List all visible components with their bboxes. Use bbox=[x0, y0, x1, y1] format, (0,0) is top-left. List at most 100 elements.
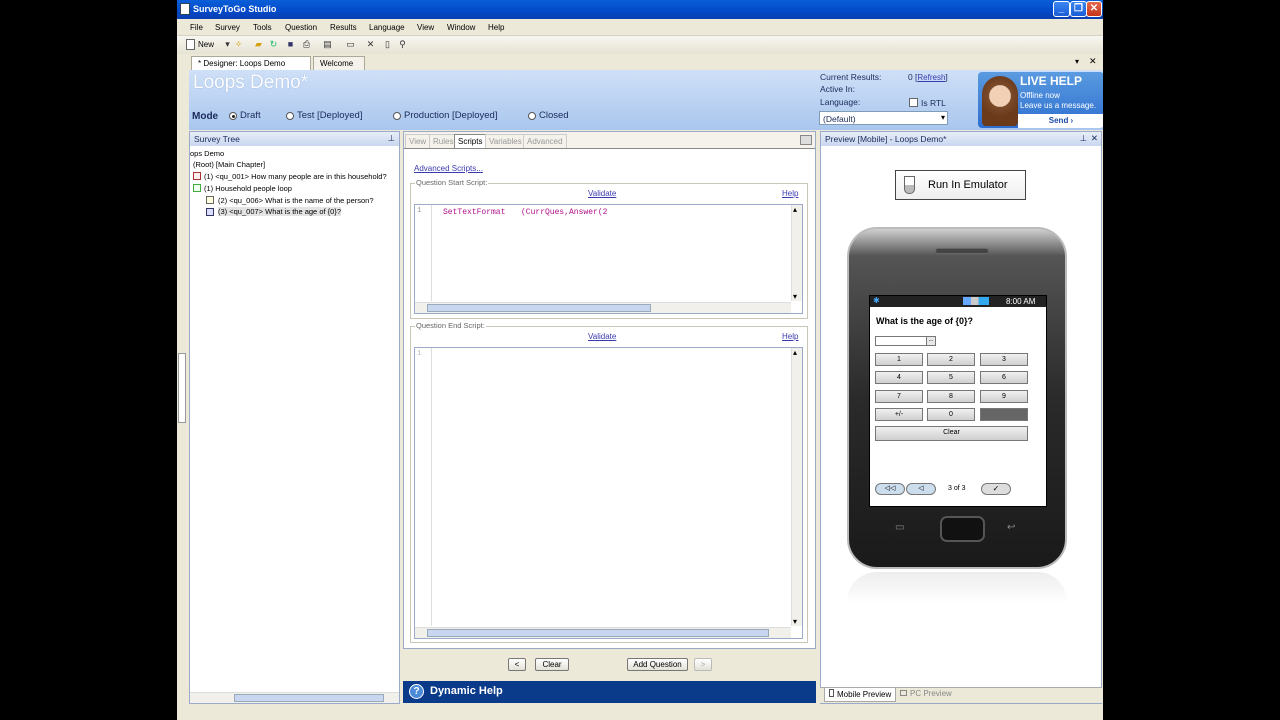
next-question-button[interactable]: > bbox=[694, 658, 712, 671]
menu-tools[interactable]: Tools bbox=[253, 23, 272, 32]
live-help-message: Leave us a message. bbox=[1020, 101, 1097, 110]
run-emulator-button[interactable]: Run In Emulator bbox=[895, 170, 1026, 200]
scroll-up-icon[interactable]: ▴ bbox=[793, 205, 797, 214]
horizontal-scrollbar[interactable] bbox=[190, 692, 399, 703]
blank-doc-icon[interactable]: ▯ bbox=[382, 39, 393, 50]
close-icon[interactable]: ✕ bbox=[1091, 133, 1098, 144]
menu-language[interactable]: Language bbox=[369, 23, 405, 32]
save-icon[interactable]: ■ bbox=[285, 39, 296, 50]
key-8[interactable]: 8 bbox=[927, 390, 975, 403]
age-input[interactable] bbox=[875, 336, 927, 346]
send-button[interactable]: Send › bbox=[1018, 114, 1103, 128]
horizontal-scrollbar[interactable] bbox=[415, 302, 791, 313]
vertical-scrollbar[interactable]: ▴ ▾ bbox=[791, 205, 802, 301]
dock-icon[interactable] bbox=[800, 135, 812, 145]
open-folder-icon[interactable]: ▰ bbox=[253, 39, 264, 50]
clear-button[interactable]: Clear bbox=[535, 658, 569, 671]
dynamic-help-bar[interactable]: ? Dynamic Help bbox=[403, 681, 816, 703]
key-4[interactable]: 4 bbox=[875, 371, 923, 384]
delete-icon[interactable]: ✕ bbox=[365, 39, 376, 50]
advanced-scripts-link[interactable]: Advanced Scripts... bbox=[414, 164, 483, 173]
menu-survey[interactable]: Survey bbox=[215, 23, 240, 32]
prev-page-button[interactable]: ◁ bbox=[906, 483, 936, 495]
tab-view[interactable]: View bbox=[405, 134, 431, 148]
tree-node[interactable]: (1) <qu_001> How many people are in this… bbox=[204, 172, 387, 181]
key-5[interactable]: 5 bbox=[927, 371, 975, 384]
scroll-up-icon[interactable]: ▴ bbox=[793, 348, 797, 357]
scrollbar-thumb[interactable] bbox=[427, 629, 769, 637]
tab-pc-preview[interactable]: PC Preview bbox=[900, 689, 952, 698]
tab-welcome[interactable]: Welcome bbox=[313, 56, 365, 70]
language-select[interactable]: (Default) ▾ bbox=[819, 111, 948, 125]
tree-node[interactable]: ops Demo bbox=[190, 149, 224, 158]
vertical-scrollbar[interactable]: ▴ ▾ bbox=[791, 348, 802, 626]
help-link[interactable]: Help bbox=[782, 189, 798, 198]
start-script-editor[interactable]: 1 SetTextFormat (CurrQues,Answer(2 ▴ ▾ bbox=[414, 204, 803, 314]
tab-scripts[interactable]: Scripts bbox=[454, 134, 487, 148]
key-0[interactable]: 0 bbox=[927, 408, 975, 421]
scroll-down-icon[interactable]: ▾ bbox=[793, 292, 797, 301]
wand-icon[interactable]: ✧ bbox=[233, 39, 244, 50]
finish-button[interactable]: ✓ bbox=[981, 483, 1011, 495]
add-question-button[interactable]: Add Question bbox=[627, 658, 688, 671]
collapsed-pane-tab[interactable] bbox=[178, 353, 186, 423]
home-button[interactable] bbox=[940, 516, 985, 542]
key-clear[interactable]: Clear bbox=[875, 426, 1028, 441]
key-6[interactable]: 6 bbox=[980, 371, 1028, 384]
tab-designer[interactable]: * Designer: Loops Demo bbox=[191, 56, 311, 70]
tab-advanced[interactable]: Advanced bbox=[523, 134, 567, 148]
mode-draft-radio[interactable]: Draft bbox=[229, 110, 261, 121]
menu-window[interactable]: Window bbox=[447, 23, 475, 32]
dropdown-arrow-icon[interactable]: ▾ bbox=[1075, 57, 1079, 66]
prev-question-button[interactable]: < bbox=[508, 658, 526, 671]
menu-help[interactable]: Help bbox=[488, 23, 504, 32]
key-plus-minus[interactable]: +/- bbox=[875, 408, 923, 421]
validate-link[interactable]: Validate bbox=[588, 189, 616, 198]
pin-icon[interactable]: ⊥ bbox=[1080, 133, 1087, 144]
refresh-icon[interactable]: ↻ bbox=[268, 39, 279, 50]
new-button[interactable]: New bbox=[198, 40, 214, 49]
pin-icon[interactable]: ⊥ bbox=[388, 133, 395, 144]
is-rtl-label: Is RTL bbox=[921, 98, 946, 108]
preview-icon[interactable]: ▤ bbox=[322, 39, 333, 50]
tree-node[interactable]: (1) Household people loop bbox=[204, 184, 292, 193]
page-icon[interactable]: ▭ bbox=[345, 39, 356, 50]
scrollbar-thumb[interactable] bbox=[427, 304, 651, 312]
is-rtl-checkbox[interactable] bbox=[909, 98, 918, 107]
key-1[interactable]: 1 bbox=[875, 353, 923, 366]
mode-production-radio[interactable]: Production [Deployed] bbox=[393, 110, 497, 121]
scroll-down-icon[interactable]: ▾ bbox=[793, 617, 797, 626]
refresh-link[interactable]: Refresh bbox=[917, 73, 945, 82]
ellipsis-button[interactable]: ... bbox=[926, 336, 936, 346]
horizontal-scrollbar[interactable] bbox=[415, 627, 791, 638]
tree-node-selected[interactable]: (3) <qu_007> What is the age of {0}? bbox=[218, 207, 342, 216]
scrollbar-thumb[interactable] bbox=[234, 694, 384, 702]
menu-question[interactable]: Question bbox=[285, 23, 317, 32]
first-page-button[interactable]: ◁◁ bbox=[875, 483, 905, 495]
mode-closed-radio[interactable]: Closed bbox=[528, 110, 569, 121]
print-icon[interactable]: ⎙ bbox=[301, 39, 312, 50]
key-3[interactable]: 3 bbox=[980, 353, 1028, 366]
tree-node[interactable]: (2) <qu_006> What is the name of the per… bbox=[218, 196, 374, 205]
maximize-button[interactable]: ❐ bbox=[1070, 1, 1087, 17]
find-icon[interactable]: ⚲ bbox=[397, 39, 408, 50]
key-9[interactable]: 9 bbox=[980, 390, 1028, 403]
help-link[interactable]: Help bbox=[782, 332, 798, 341]
close-icon[interactable]: ✕ bbox=[1089, 56, 1097, 67]
live-help-widget[interactable]: LIVE HELP Offline now Leave us a message… bbox=[978, 72, 1103, 128]
key-7[interactable]: 7 bbox=[875, 390, 923, 403]
close-button[interactable]: ✕ bbox=[1086, 1, 1102, 17]
menu-file[interactable]: File bbox=[190, 23, 203, 32]
validate-link[interactable]: Validate bbox=[588, 332, 616, 341]
menu-view[interactable]: View bbox=[417, 23, 434, 32]
tab-variables[interactable]: Variables bbox=[485, 134, 526, 148]
key-2[interactable]: 2 bbox=[927, 353, 975, 366]
mode-test-radio[interactable]: Test [Deployed] bbox=[286, 110, 362, 121]
key-decimal[interactable] bbox=[980, 408, 1028, 421]
tab-mobile-preview[interactable]: Mobile Preview bbox=[824, 688, 897, 702]
minimize-button[interactable]: _ bbox=[1053, 1, 1070, 17]
end-script-editor[interactable]: 1 ▴ ▾ bbox=[414, 347, 803, 639]
tree-node[interactable]: (Root) [Main Chapter] bbox=[193, 160, 265, 169]
dropdown-arrow-icon[interactable]: ▾ bbox=[222, 39, 233, 50]
menu-results[interactable]: Results bbox=[330, 23, 357, 32]
